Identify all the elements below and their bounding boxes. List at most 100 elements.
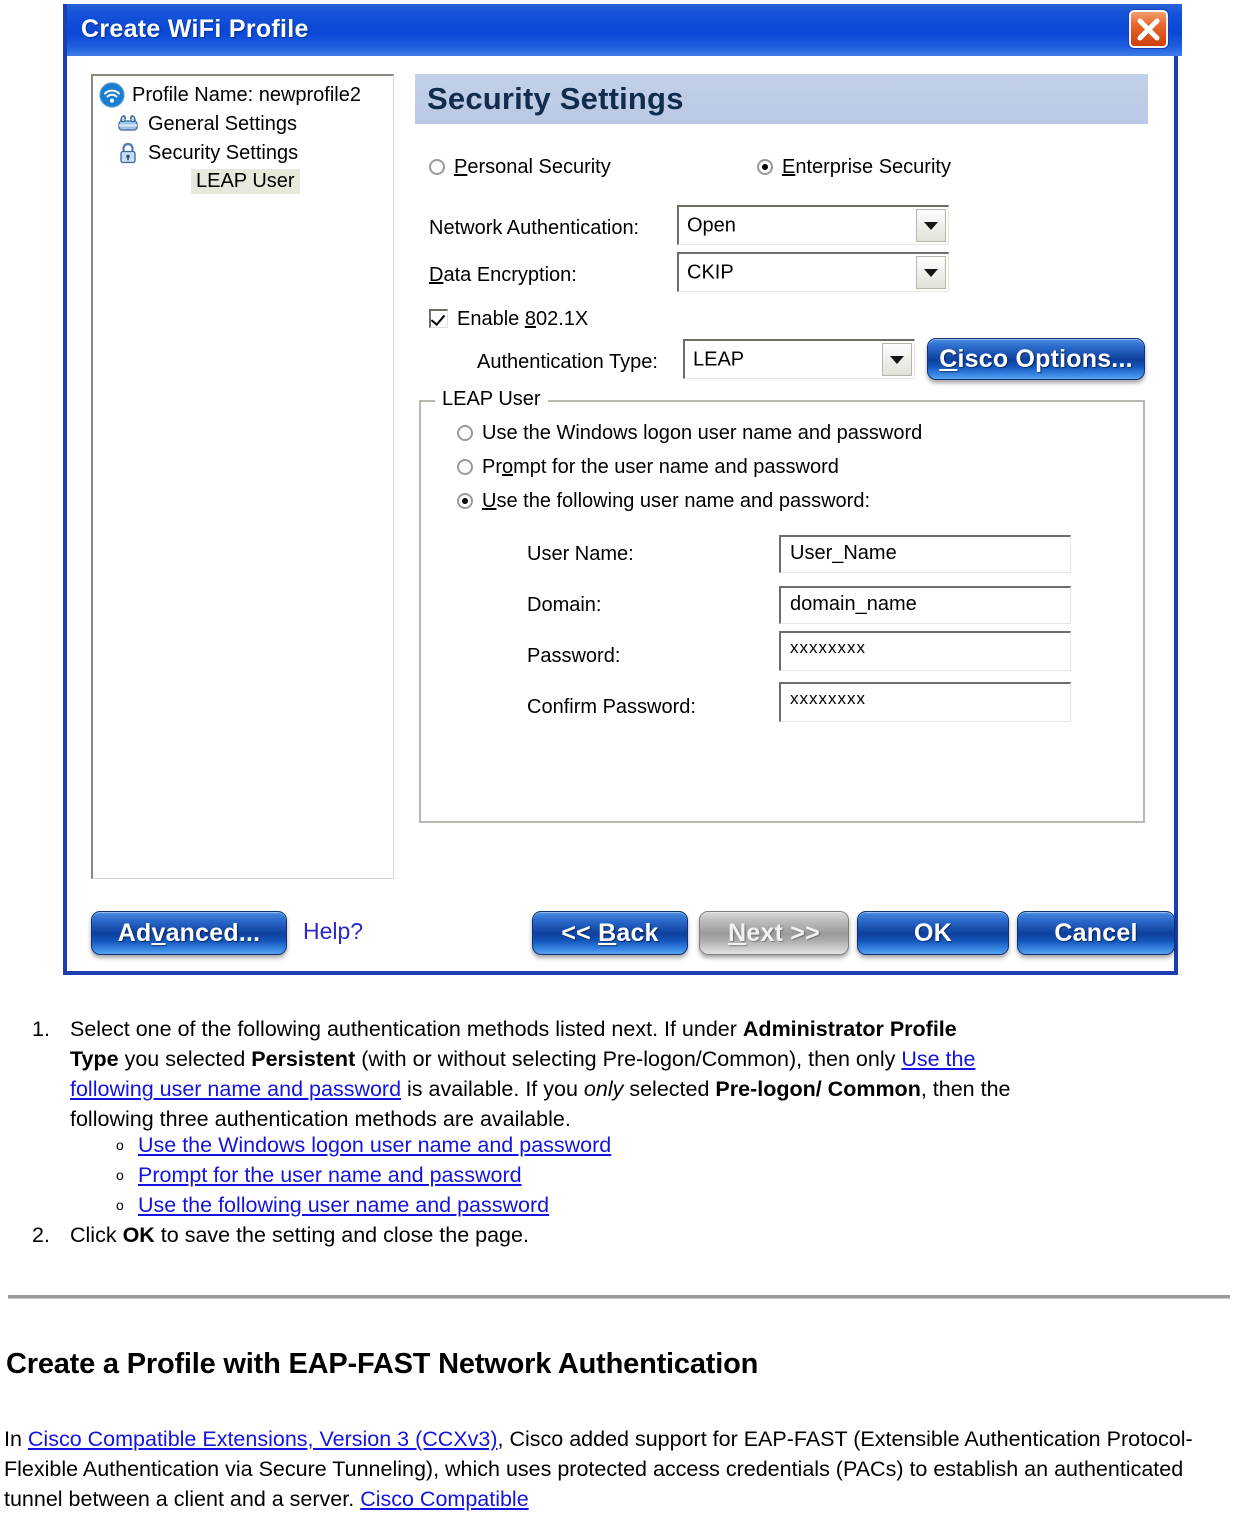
confirm-password-value: xxxxxxxx [790,689,866,708]
ok-button[interactable]: OK [857,911,1009,955]
network-authentication-select[interactable]: Open [677,205,949,245]
confirm-password-label: Confirm Password: [527,696,696,718]
link-cisco-compatible[interactable]: Cisco Compatible [360,1487,528,1511]
ok-label: OK [914,918,952,947]
domain-value: domain_name [790,593,917,615]
cisco-options-button[interactable]: Cisco Options... [927,338,1145,380]
sub-link-3: Use the following user name and password [138,1190,549,1220]
step2-c: to save the setting and close the page. [154,1223,529,1247]
back-button[interactable]: << Back [532,911,688,955]
tree-item-label: LEAP User [191,169,300,194]
password-value: xxxxxxxx [790,638,866,657]
close-icon[interactable] [1129,10,1168,48]
cisco-options-label: Cisco Options... [939,344,1133,373]
radio-enterprise-security[interactable]: Enterprise Security [757,156,951,179]
advanced-button[interactable]: Advanced... [91,911,287,955]
chevron-down-icon[interactable] [916,256,946,289]
tree-item-general-settings[interactable]: General Settings [115,109,297,138]
data-encryption-select[interactable]: CKIP [677,252,949,292]
step2-ok: OK [122,1223,155,1247]
advanced-label: Advanced... [117,918,261,947]
create-wifi-profile-dialog: Create WiFi Profile Profile Name: newpro… [63,4,1182,975]
authentication-type-value: LEAP [693,348,745,370]
checkbox-label-post: 02.1X [535,308,589,330]
dialog-titlebar: Create WiFi Profile [67,4,1182,56]
enable-8021x-checkbox[interactable]: Enable 802.1X [429,308,588,331]
confirm-password-input[interactable]: xxxxxxxx [779,682,1071,722]
user-name-input[interactable]: User_Name [779,535,1071,573]
radio-prompt-for-user[interactable]: Prompt for the user name and password [457,456,839,479]
authentication-type-select[interactable]: LEAP [683,339,915,379]
step1-persistent: Persistent [251,1047,356,1071]
password-input[interactable]: xxxxxxxx [779,631,1071,671]
network-authentication-value: Open [687,214,736,236]
step-1-text: Select one of the following authenticati… [70,1014,1210,1134]
profile-tree-panel[interactable]: Profile Name: newprofile2 General Settin… [91,74,394,879]
step1-line2b: you selected [118,1047,252,1071]
radio-label: Use the Windows logon user name and pass… [482,422,923,444]
radio-indicator [429,159,445,175]
checkbox-label-pre: Enable [457,308,525,330]
link-use-the-following-user-name-and-password[interactable]: Use the [901,1047,975,1071]
domain-input[interactable]: domain_name [779,586,1071,624]
link-ccxv3[interactable]: Cisco Compatible Extensions, Version 3 (… [28,1427,498,1451]
cancel-button[interactable]: Cancel [1017,911,1175,955]
para-a: In [4,1427,28,1451]
radio-personal-security[interactable]: Personal Security [429,156,611,179]
step1-type: Type [70,1047,119,1071]
radio-label-first-letter: P [454,156,468,178]
step1-line3d: , then the [920,1077,1011,1101]
tree-item-leap-user[interactable]: LEAP User [191,167,300,196]
chevron-down-icon[interactable] [916,209,946,242]
step1-line4: following three authentication methods a… [70,1107,571,1131]
sub-link-1: Use the Windows logon user name and pass… [138,1130,611,1160]
checkbox-indicator [429,309,448,328]
section-divider [8,1295,1230,1299]
radio-label-post: se the following user name and password: [496,490,870,512]
back-label: << Back [561,918,659,947]
checkbox-label-accel: 8 [524,308,536,330]
page-title-band: Security Settings [415,74,1148,124]
chevron-down-icon[interactable] [882,343,912,376]
sub-link-2: Prompt for the user name and password [138,1160,522,1190]
radio-indicator [757,159,773,175]
link-use-windows-logon[interactable]: Use the Windows logon user name and pass… [138,1133,611,1157]
help-link[interactable]: Help? [303,918,363,945]
radio-label-accel: o [502,456,514,478]
dialog-title: Create WiFi Profile [81,15,309,43]
network-authentication-label: Network Authentication: [429,217,640,239]
settings-icon [115,111,141,137]
domain-label: Domain: [527,594,602,616]
step1-line3b: selected [623,1077,716,1101]
section-heading: Create a Profile with EAP-FAST Network A… [6,1348,759,1380]
wifi-icon [99,81,125,108]
link-prompt-for-user[interactable]: Prompt for the user name and password [138,1163,522,1187]
leap-user-group-title: LEAP User [435,388,548,411]
link-use-following-user[interactable]: Use the following user name and password [138,1193,549,1217]
bullet-icon: o [116,1167,124,1183]
radio-use-following-user[interactable]: Use the following user name and password… [457,490,870,513]
link-use-the-following-user-name-and-password-cont[interactable]: following user name and password [70,1077,401,1101]
data-encryption-label: Data Encryption: [429,264,577,286]
tree-item-profile-name[interactable]: Profile Name: newprofile2 [99,80,361,109]
radio-label: ersonal Security [467,156,611,178]
radio-indicator [457,493,473,509]
radio-label-pre: Pr [482,456,502,478]
leap-user-groupbox: LEAP User Use the Windows logon user nam… [419,388,1145,823]
step1-only: only [583,1077,624,1101]
step-2-text: Click OK to save the setting and close t… [70,1220,529,1250]
section-paragraph: In Cisco Compatible Extensions, Version … [4,1424,1234,1514]
step1-admin-profile: Administrator Profile [742,1017,957,1041]
step1-line1a: Select one of the following authenticati… [70,1017,743,1041]
radio-indicator [457,425,473,441]
lock-icon [115,140,141,166]
authentication-type-label: Authentication Type: [477,351,658,373]
tree-item-label: General Settings [148,112,297,135]
next-button: Next >> [699,911,849,955]
dialog-body: Profile Name: newprofile2 General Settin… [67,56,1175,967]
tree-item-label: Profile Name: newprofile2 [132,83,361,106]
tree-item-security-settings[interactable]: Security Settings [115,138,298,167]
radio-use-windows-logon[interactable]: Use the Windows logon user name and pass… [457,422,922,445]
step2-a: Click [70,1223,123,1247]
radio-label-first-letter: E [782,156,796,178]
